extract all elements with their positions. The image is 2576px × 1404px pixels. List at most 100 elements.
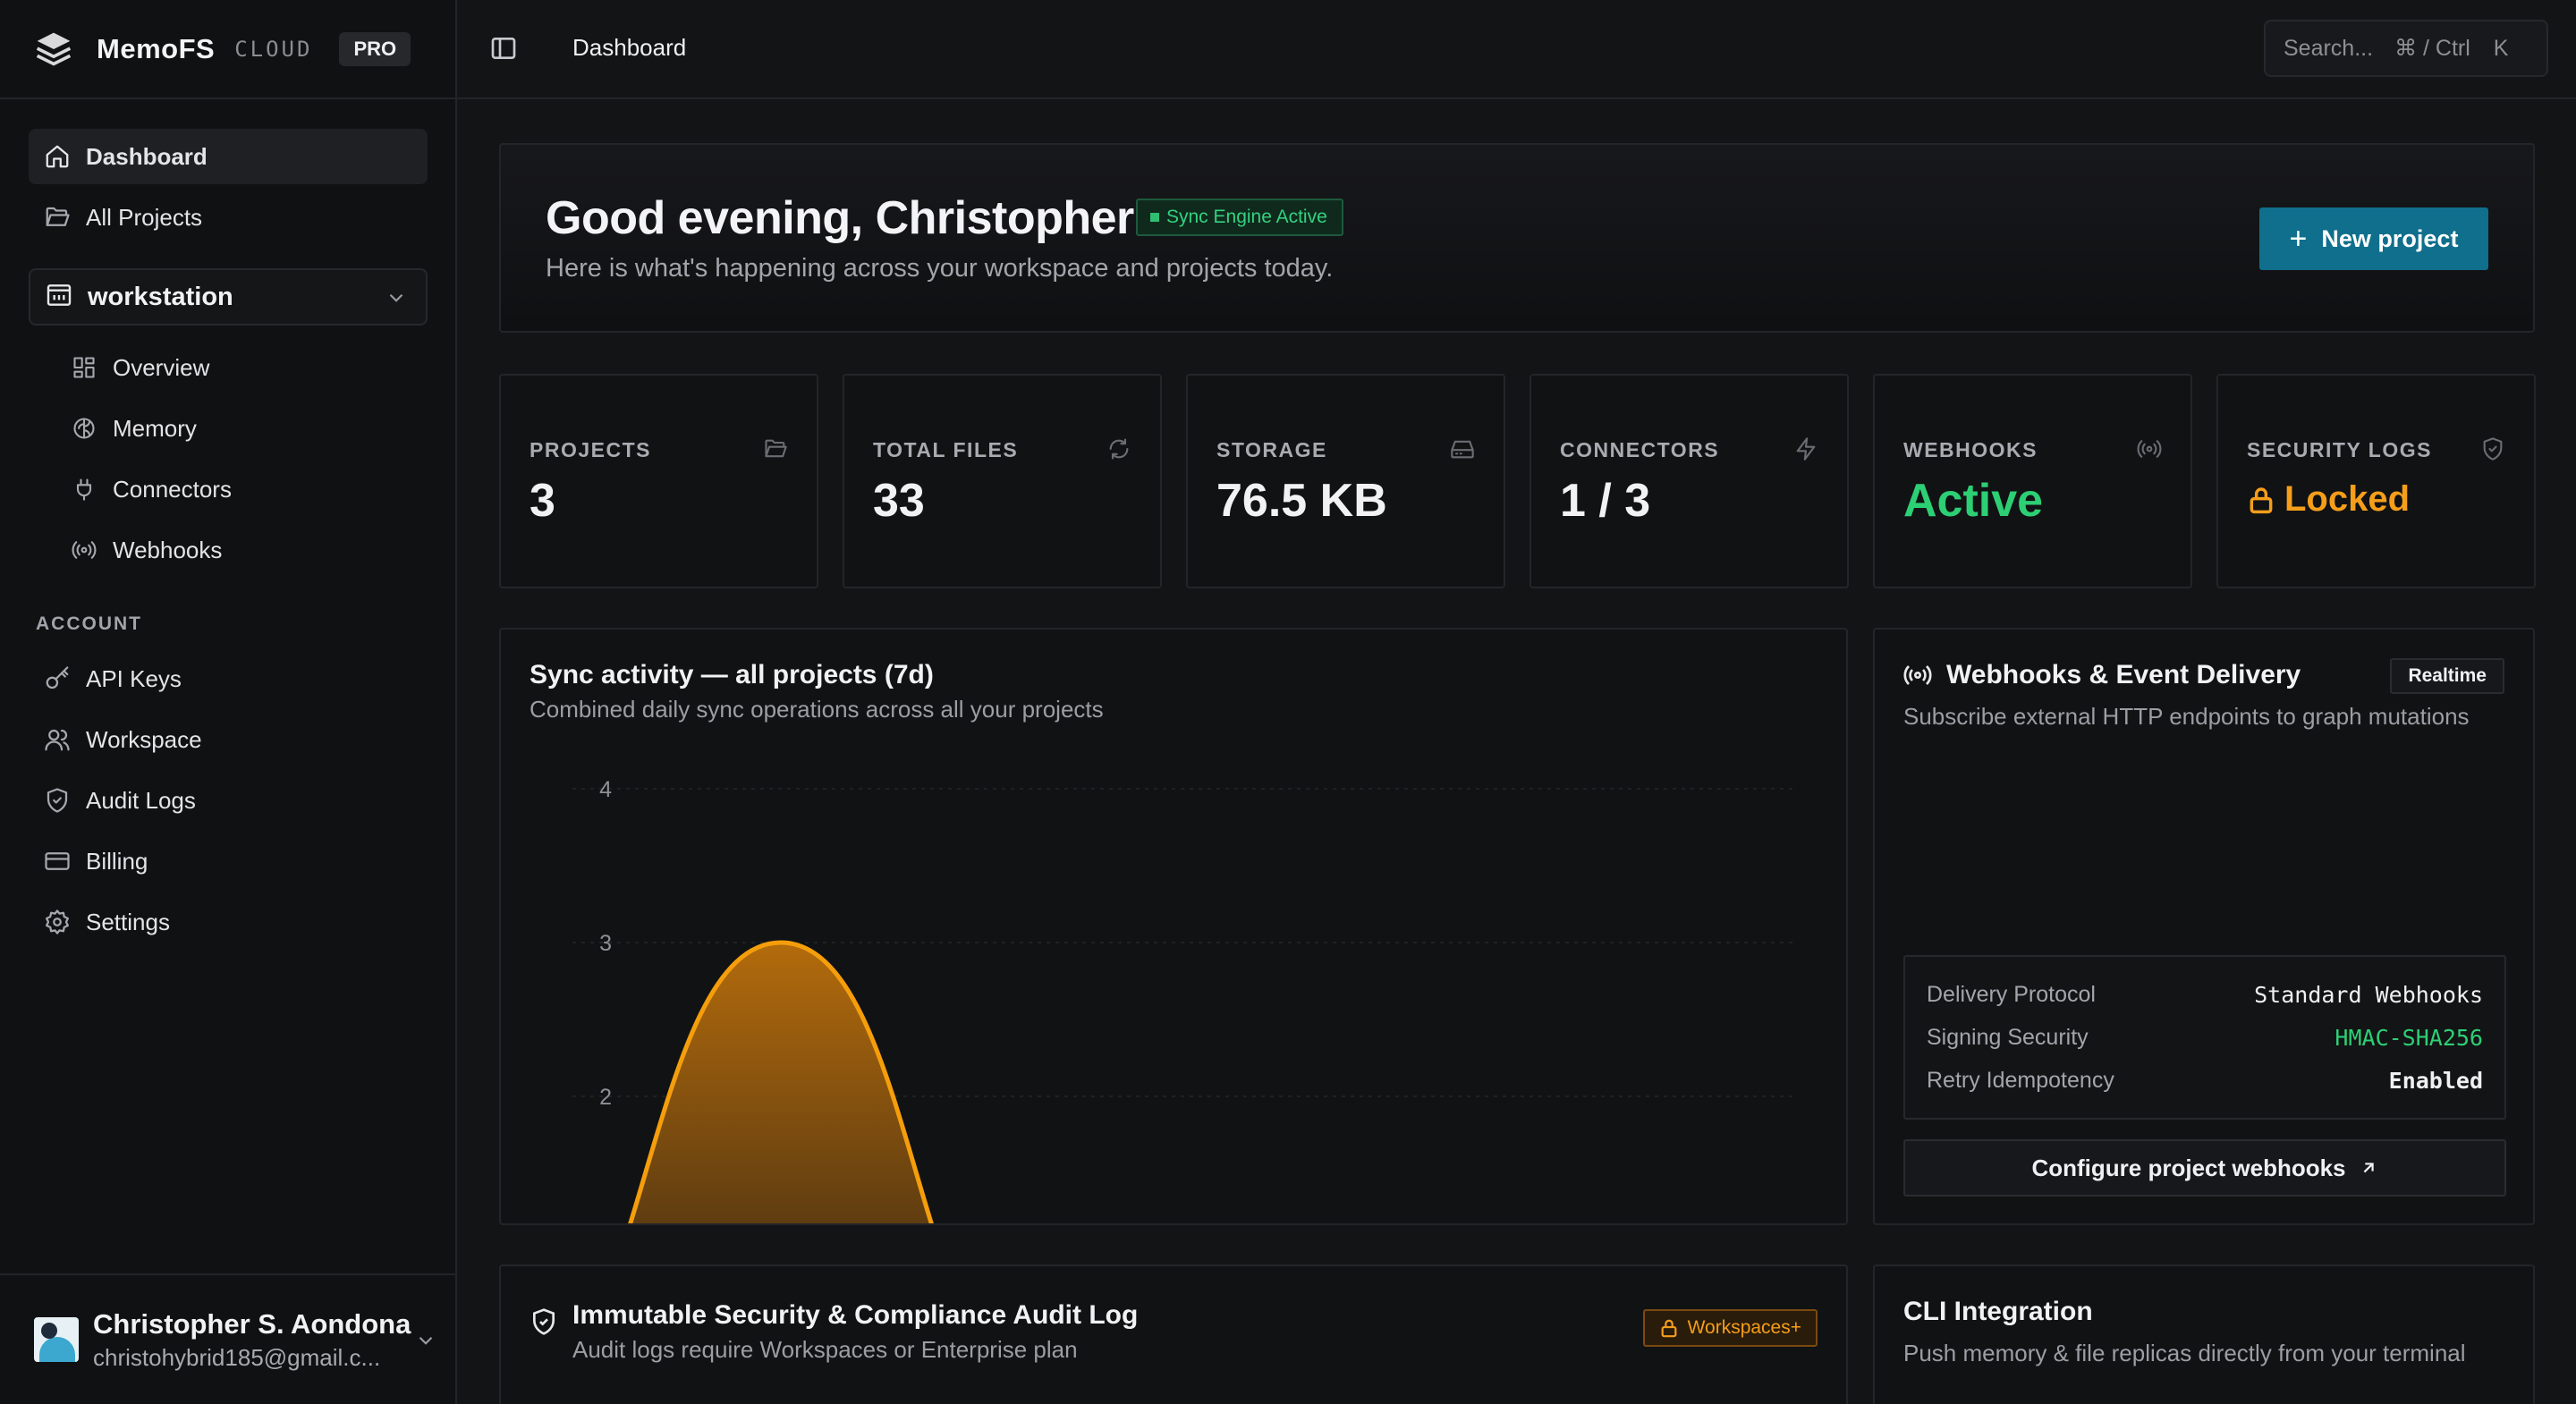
status-badge-label: Sync Engine Active — [1166, 207, 1327, 227]
cli-subtitle: Push memory & file replicas directly fro… — [1903, 1340, 2466, 1366]
sidebar-item-dashboard[interactable]: Dashboard — [29, 129, 428, 184]
user-menu[interactable]: Christopher S. Aondona christohybrid185@… — [0, 1273, 455, 1404]
plus-icon: + — [2289, 221, 2308, 256]
folder-icon — [763, 436, 788, 466]
webhooks-card: Webhooks & Event Delivery Realtime Subsc… — [1873, 628, 2535, 1225]
page-title: Good evening, Christopher — [546, 192, 1134, 244]
sidebar-item-label: Connectors — [113, 475, 232, 503]
hard-drive-icon — [1450, 436, 1475, 466]
brand-name: MemoFS — [97, 32, 216, 64]
search-shortcut-key: K — [2493, 35, 2509, 61]
stat-card-storage[interactable]: STORAGE 76.5 KB — [1186, 374, 1505, 588]
audit-log-card: Immutable Security & Compliance Audit Lo… — [499, 1264, 1848, 1404]
webhooks-subtitle: Subscribe external HTTP endpoints to gra… — [1903, 703, 2470, 730]
page-subtitle: Here is what's happening across your wor… — [546, 254, 1334, 283]
workspace-selector[interactable]: workstation — [29, 268, 428, 326]
sidebar-item-label: Billing — [86, 847, 148, 875]
stat-card-total-files[interactable]: TOTAL FILES 33 — [843, 374, 1162, 588]
radio-icon — [1903, 665, 1932, 685]
stat-card-webhooks[interactable]: WEBHOOKS Active — [1873, 374, 2192, 588]
detail-key: Signing Security — [1927, 1024, 2089, 1050]
stat-label: TOTAL FILES — [873, 438, 1019, 461]
sync-activity-card: 4 3 2 Sync activity — all projects (7d) Co… — [499, 628, 1848, 1225]
detail-row: Signing Security HMAC-SHA256 — [1927, 1019, 2483, 1055]
sidebar-item-connectors[interactable]: Connectors — [57, 462, 428, 516]
configure-webhooks-label: Configure project webhooks — [2031, 1154, 2346, 1181]
shield-check-icon — [2480, 436, 2505, 466]
sidebar-item-all-projects[interactable]: All Projects — [29, 190, 428, 245]
sidebar-item-label: Workspace — [86, 725, 202, 753]
sidebar-item-label: Webhooks — [113, 536, 223, 563]
webhook-details: Delivery Protocol Standard Webhooks Sign… — [1903, 955, 2506, 1120]
radio-icon — [2137, 436, 2162, 466]
brand[interactable]: MemoFS CLOUD PRO — [0, 0, 455, 99]
credit-card-icon — [43, 847, 72, 875]
search-input[interactable]: Search... ⌘ / Ctrl K — [2264, 20, 2548, 77]
sidebar-toggle-icon[interactable] — [489, 34, 521, 66]
chevron-down-icon — [385, 286, 408, 314]
audit-subtitle: Audit logs require Workspaces or Enterpr… — [572, 1336, 1078, 1363]
breadcrumb[interactable]: Dashboard — [572, 34, 686, 62]
audit-title: Immutable Security & Compliance Audit Lo… — [572, 1300, 1139, 1330]
sidebar-item-overview[interactable]: Overview — [57, 341, 428, 394]
folder-icon — [45, 281, 73, 314]
sidebar-item-memory[interactable]: Memory — [57, 402, 428, 455]
stat-label: SECURITY LOGS — [2247, 438, 2432, 461]
plan-badge: PRO — [339, 31, 411, 66]
sidebar-item-settings[interactable]: Settings — [29, 894, 428, 950]
stat-label: CONNECTORS — [1560, 438, 1720, 461]
sidebar-item-api-keys[interactable]: API Keys — [29, 651, 428, 706]
stat-label: PROJECTS — [530, 438, 651, 461]
plan-required-label: Workspaces+ — [1687, 1317, 1801, 1338]
stat-card-connectors[interactable]: CONNECTORS 1 / 3 — [1530, 374, 1849, 588]
welcome-banner: Good evening, Christopher Sync Engine Ac… — [499, 143, 2535, 333]
shield-check-icon — [533, 1308, 555, 1335]
home-icon — [43, 142, 72, 171]
new-project-label: New project — [2321, 224, 2459, 252]
brain-icon — [70, 414, 98, 443]
new-project-button[interactable]: + New project — [2259, 207, 2488, 270]
workspace-name: workstation — [88, 282, 233, 311]
plan-required-badge[interactable]: Workspaces+ — [1642, 1309, 1818, 1347]
sidebar-item-label: Audit Logs — [86, 786, 196, 814]
cli-integration-card: CLI Integration Push memory & file repli… — [1873, 1264, 2535, 1404]
detail-key: Retry Idempotency — [1927, 1067, 2114, 1093]
webhooks-title: Webhooks & Event Delivery — [1946, 660, 2301, 689]
sidebar-item-label: API Keys — [86, 664, 182, 692]
y-tick-label: 4 — [599, 777, 612, 802]
sidebar-item-billing[interactable]: Billing — [29, 833, 428, 889]
stat-card-projects[interactable]: PROJECTS 3 — [499, 374, 818, 588]
stat-value: 3 — [530, 475, 555, 527]
sidebar-item-workspace[interactable]: Workspace — [29, 712, 428, 767]
grid-icon — [70, 353, 98, 382]
users-icon — [43, 725, 72, 754]
chevron-down-icon — [414, 1329, 437, 1357]
user-name: Christopher S. Aondona — [93, 1307, 411, 1340]
stat-label: WEBHOOKS — [1903, 438, 2038, 461]
zap-icon — [1793, 436, 1818, 466]
detail-key: Delivery Protocol — [1927, 981, 2096, 1007]
detail-value: Enabled — [2388, 1067, 2483, 1094]
radio-icon — [70, 536, 98, 564]
sidebar-item-label: Settings — [86, 908, 170, 935]
detail-value: HMAC-SHA256 — [2334, 1024, 2483, 1051]
sidebar-item-label: Overview — [113, 353, 210, 381]
user-email: christohybrid185@gmail.c... — [93, 1343, 381, 1371]
stat-value: Active — [1903, 475, 2044, 527]
configure-webhooks-button[interactable]: Configure project webhooks — [1903, 1139, 2506, 1197]
sidebar-item-webhooks[interactable]: Webhooks — [57, 523, 428, 577]
top-bar: Dashboard Search... ⌘ / Ctrl K — [457, 0, 2576, 99]
stat-value: 33 — [873, 475, 925, 527]
stat-label: STORAGE — [1216, 438, 1327, 461]
avatar — [34, 1317, 79, 1362]
stat-value-locked: Locked — [2247, 479, 2410, 520]
sidebar-item-audit-logs[interactable]: Audit Logs — [29, 773, 428, 828]
search-placeholder: Search... — [2284, 35, 2374, 61]
sidebar-item-label: Memory — [113, 414, 197, 442]
stat-card-security-logs[interactable]: SECURITY LOGS Locked — [2216, 374, 2536, 588]
external-link-icon — [2363, 1163, 2374, 1173]
stack-logo-icon — [36, 32, 72, 66]
shield-icon — [43, 786, 72, 815]
status-dot-icon — [1150, 213, 1159, 222]
detail-row: Delivery Protocol Standard Webhooks — [1927, 977, 2483, 1012]
